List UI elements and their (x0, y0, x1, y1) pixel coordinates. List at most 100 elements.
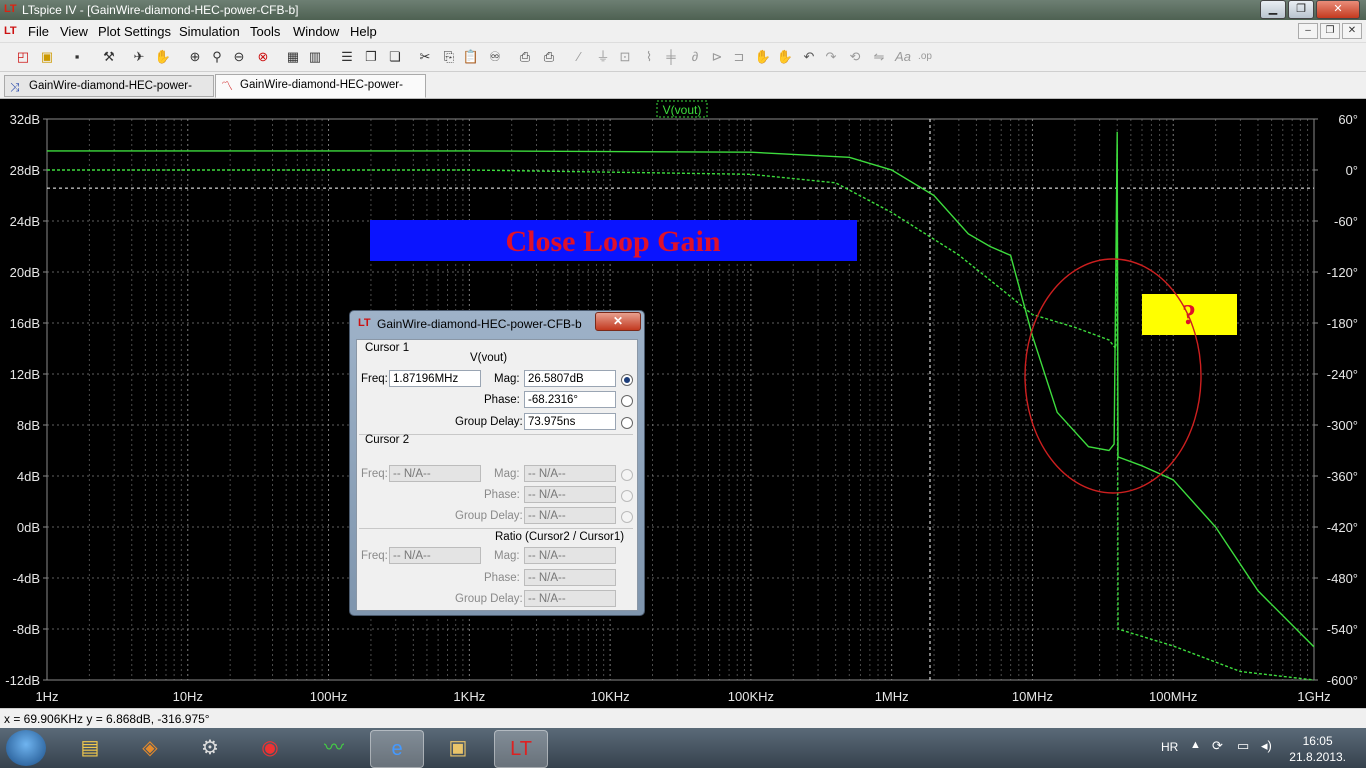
zoom-out-icon[interactable]: ⊖ (230, 48, 248, 66)
text-icon[interactable]: Aa (894, 48, 912, 66)
maximize-button[interactable]: ❐ (1288, 0, 1314, 19)
zoom-in-icon[interactable]: ⊕ (186, 48, 204, 66)
sync-icon[interactable]: ⟳ (1212, 738, 1223, 754)
file-manager-icon[interactable]: ▣ (432, 730, 484, 766)
rotate-icon[interactable]: ⟲ (846, 48, 864, 66)
copy-icon[interactable]: ⎘ (440, 48, 458, 66)
component-icon[interactable]: ⊐ (730, 48, 748, 66)
y-right-tick-label: -420° (1327, 520, 1358, 535)
pan-hand-icon[interactable]: ✋ (154, 48, 172, 66)
cursor2-gd-radio[interactable] (621, 511, 633, 523)
save-icon[interactable]: ▪ (68, 48, 86, 66)
find-icon[interactable]: ♾ (486, 48, 504, 66)
cursor2-phase-field[interactable]: -- N/A-- (524, 486, 616, 503)
y-right-tick-label: -180° (1327, 316, 1358, 331)
redo-icon[interactable]: ↷ (822, 48, 840, 66)
cursor2-gd-field[interactable]: -- N/A-- (524, 507, 616, 524)
mirror-icon[interactable]: ⇋ (870, 48, 888, 66)
start-button[interactable] (6, 730, 46, 766)
tray-arrow-icon[interactable]: ▲ (1190, 739, 1201, 751)
ratio-phase-field[interactable]: -- N/A-- (524, 569, 616, 586)
tool-icon[interactable]: ⚙ (184, 730, 236, 766)
ground-icon[interactable]: ⏚ (594, 48, 612, 66)
cursor1-phase-field[interactable]: -68.2316° (524, 391, 616, 408)
drag-icon[interactable]: ✋ (776, 48, 794, 66)
cursor1-phase-label: Phase: (484, 394, 520, 406)
explorer-icon[interactable]: ▤ (64, 730, 116, 766)
run-icon[interactable]: ✈ (130, 48, 148, 66)
tile-horizontal-icon[interactable]: ☰ (338, 48, 356, 66)
y-left-tick-label: 16dB (10, 316, 40, 331)
inductor-icon[interactable]: ∂ (686, 48, 704, 66)
cursor1-mag-radio[interactable] (621, 374, 633, 386)
cascade-icon[interactable]: ❐ (362, 48, 380, 66)
menu-file[interactable]: File (28, 24, 49, 39)
print-preview-icon[interactable]: ⎙ (516, 48, 534, 66)
cursor1-mag-field[interactable]: 26.5807dB (524, 370, 616, 387)
print-icon[interactable]: ⎙ (540, 48, 558, 66)
menu-simulation[interactable]: Simulation (179, 24, 240, 39)
mdi-close-button[interactable]: ✕ (1342, 23, 1362, 39)
cursor2-phase-radio[interactable] (621, 490, 633, 502)
tab-waveform[interactable]: 〽 GainWire-diamond-HEC-power-CFB-b (215, 74, 426, 111)
menu-help[interactable]: Help (350, 24, 377, 39)
document-icon[interactable]: LT (4, 25, 17, 37)
new-schematic-icon[interactable]: ◰ (14, 48, 32, 66)
antivirus-icon[interactable]: ◉ (244, 730, 296, 766)
plot-pane[interactable]: 32dB 28dB 24dB 20dB 16dB 12dB 8dB 4dB 0dB -4dB -8d… (0, 99, 1366, 708)
open-folder-icon[interactable]: ▣ (38, 48, 56, 66)
diode-icon[interactable]: ⊳ (708, 48, 726, 66)
oscilloscope-icon[interactable]: 〰 (308, 730, 360, 766)
y-right-tick-label: -600° (1327, 673, 1358, 688)
menu-window[interactable]: Window (293, 24, 339, 39)
internet-explorer-icon[interactable]: e (370, 730, 424, 768)
tile-vertical-icon[interactable]: ❏ (386, 48, 404, 66)
cursor2-freq-field[interactable]: -- N/A-- (389, 465, 481, 482)
cursor1-gd-label: Group Delay: (455, 416, 523, 428)
cursor1-phase-radio[interactable] (621, 395, 633, 407)
paste-icon[interactable]: 📋 (462, 48, 480, 66)
cursor2-mag-field[interactable]: -- N/A-- (524, 465, 616, 482)
move-icon[interactable]: ✋ (754, 48, 772, 66)
spice-directive-icon[interactable]: .op (916, 48, 934, 66)
language-indicator[interactable]: HR (1161, 740, 1178, 754)
network-icon[interactable]: ▭ (1237, 738, 1249, 754)
ratio-gd-field[interactable]: -- N/A-- (524, 590, 616, 607)
cursor1-gd-radio[interactable] (621, 417, 633, 429)
undo-icon[interactable]: ↶ (800, 48, 818, 66)
ratio-freq-field[interactable]: -- N/A-- (389, 547, 481, 564)
waveform-icon: 〽 (221, 79, 234, 93)
tab-schematic[interactable]: ⤨ GainWire-diamond-HEC-power-CFB-b (4, 75, 214, 112)
system-clock[interactable]: 16:05 21.8.2013. (1289, 733, 1346, 765)
capacitor-icon[interactable]: ╪ (662, 48, 680, 66)
ratio-mag-field[interactable]: -- N/A-- (524, 547, 616, 564)
fit-icon[interactable]: ▥ (306, 48, 324, 66)
cursor2-mag-label: Mag: (494, 468, 520, 480)
resistor-icon[interactable]: ⌇ (640, 48, 658, 66)
mdi-minimize-button[interactable]: – (1298, 23, 1318, 39)
control-panel-icon[interactable]: ⚒ (100, 48, 118, 66)
zoom-area-icon[interactable]: ⚲ (208, 48, 226, 66)
mdi-restore-button[interactable]: ❐ (1320, 23, 1340, 39)
close-button[interactable]: ✕ (1316, 0, 1360, 19)
menu-plot-settings[interactable]: Plot Settings (98, 24, 171, 39)
cursor1-freq-field[interactable]: 1.87196MHz (389, 370, 481, 387)
menu-view[interactable]: View (60, 24, 88, 39)
bode-plot[interactable]: 32dB 28dB 24dB 20dB 16dB 12dB 8dB 4dB 0dB -4dB -8d… (0, 99, 1366, 708)
cut-icon[interactable]: ✂ (416, 48, 434, 66)
autorange-icon[interactable]: ▦ (284, 48, 302, 66)
label-net-icon[interactable]: ⊡ (616, 48, 634, 66)
zoom-cancel-icon[interactable]: ⊗ (254, 48, 272, 66)
cursor1-gd-field[interactable]: 73.975ns (524, 413, 616, 430)
x-tick-label: 1KHz (453, 689, 485, 704)
menu-tools[interactable]: Tools (250, 24, 280, 39)
volume-icon[interactable]: ◂) (1261, 738, 1272, 754)
minimize-button[interactable]: ▁ (1260, 0, 1286, 19)
wire-icon[interactable]: ∕ (570, 48, 588, 66)
cursor2-mag-radio[interactable] (621, 469, 633, 481)
ltspice-taskbar-icon[interactable]: LT (494, 730, 548, 768)
y-right-tick-label: -60° (1334, 214, 1358, 229)
dialog-close-button[interactable]: ✕ (595, 312, 641, 331)
app-icon[interactable]: ◈ (124, 730, 176, 766)
y-right-tick-label: -240° (1327, 367, 1358, 382)
